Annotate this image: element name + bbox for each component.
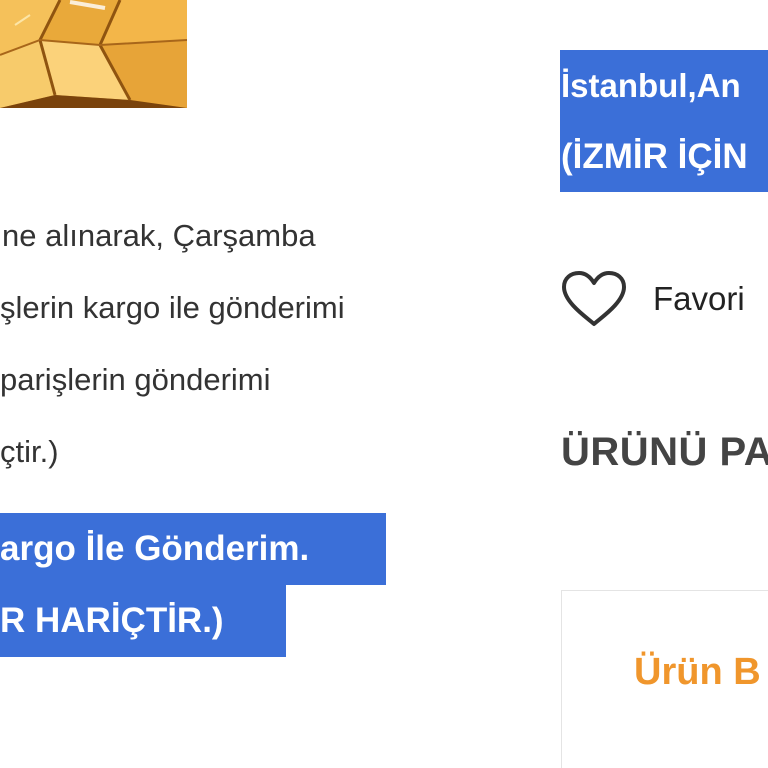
description-line: parişlerin gönderimi (0, 362, 271, 397)
product-image[interactable] (0, 0, 187, 108)
product-description: ne alınarak, Çarşamba şlerin kargo ile g… (0, 200, 520, 488)
favorite-label: Favori (653, 280, 745, 317)
description-line: çtir.) (0, 434, 59, 469)
product-info-box: Ürün B (561, 590, 768, 768)
baklava-photo (0, 0, 187, 108)
product-info-title[interactable]: Ürün B (634, 651, 761, 694)
description-line: şlerin kargo ile gönderimi (0, 290, 345, 325)
shipping-highlight-line1: argo İle Gönderim. (0, 529, 310, 568)
description-line: ne alınarak, Çarşamba (2, 218, 316, 253)
add-to-favorites-button[interactable]: Favori (561, 266, 745, 332)
delivery-region-line2: (İZMİR İÇİN (561, 137, 748, 176)
share-product-heading: ÜRÜNÜ PA (561, 430, 768, 474)
delivery-region-line1: İstanbul,An (561, 67, 741, 104)
page: ne alınarak, Çarşamba şlerin kargo ile g… (0, 0, 768, 768)
heart-icon (562, 271, 626, 326)
shipping-highlight-line2: R HARİÇTİR.) (0, 601, 224, 640)
